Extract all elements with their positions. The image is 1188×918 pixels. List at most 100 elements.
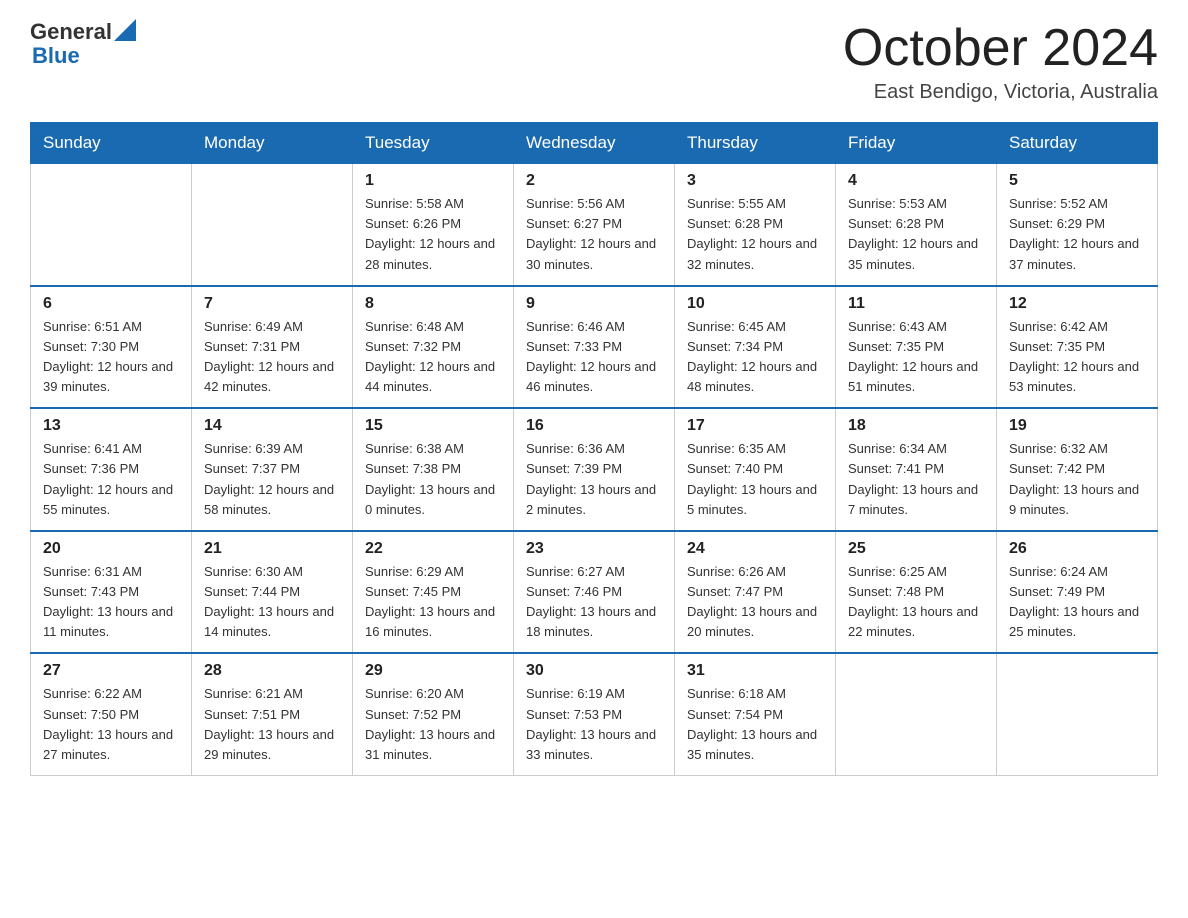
day-info: Sunrise: 6:30 AM Sunset: 7:44 PM Dayligh… [204,562,340,643]
calendar-cell: 1 Sunrise: 5:58 AM Sunset: 6:26 PM Daylig… [353,164,514,286]
day-info: Sunrise: 6:19 AM Sunset: 7:53 PM Dayligh… [526,684,662,765]
day-number: 20 [43,540,179,558]
week-row-2: 6 Sunrise: 6:51 AM Sunset: 7:30 PM Daylig… [31,286,1158,409]
calendar-cell: 18Sunrise: 6:34 AM Sunset: 7:41 PM Dayli… [836,408,997,531]
week-row-1: 1 Sunrise: 5:58 AM Sunset: 6:26 PM Daylig… [31,164,1158,286]
calendar-cell: 7Sunrise: 6:49 AM Sunset: 7:31 PM Daylig… [192,286,353,409]
day-number: 3 [687,172,823,190]
day-info: Sunrise: 6:41 AM Sunset: 7:36 PM Dayligh… [43,439,179,520]
day-number: 2 [526,172,662,190]
day-info: Sunrise: 6:26 AM Sunset: 7:47 PM Dayligh… [687,562,823,643]
weekday-header-saturday: Saturday [997,123,1158,164]
day-info: Sunrise: 6:45 AM Sunset: 7:34 PM Dayligh… [687,317,823,398]
day-info: Sunrise: 6:35 AM Sunset: 7:40 PM Dayligh… [687,439,823,520]
logo-icon [114,19,136,41]
day-info: Sunrise: 6:51 AM Sunset: 7:30 PM Dayligh… [43,317,179,398]
day-number: 10 [687,295,823,313]
day-number: 24 [687,540,823,558]
logo: General Blue [30,20,136,68]
calendar-cell: 23 Sunrise: 6:27 AM Sunset: 7:46 PM Dayli… [514,531,675,654]
day-number: 23 [526,540,662,558]
weekday-header-sunday: Sunday [31,123,192,164]
calendar-cell [836,653,997,775]
weekday-header-friday: Friday [836,123,997,164]
day-info: Sunrise: 5:52 AM Sunset: 6:29 PM Dayligh… [1009,194,1145,275]
day-info: Sunrise: 5:55 AM Sunset: 6:28 PM Dayligh… [687,194,823,275]
weekday-header-row: SundayMondayTuesdayWednesdayThursdayFrid… [31,123,1158,164]
day-number: 8 [365,295,501,313]
weekday-header-thursday: Thursday [675,123,836,164]
day-info: Sunrise: 6:43 AM Sunset: 7:35 PM Dayligh… [848,317,984,398]
day-number: 26 [1009,540,1145,558]
calendar-cell: 30 Sunrise: 6:19 AM Sunset: 7:53 PM Dayli… [514,653,675,775]
calendar-cell: 15 Sunrise: 6:38 AM Sunset: 7:38 PM Dayli… [353,408,514,531]
day-number: 13 [43,417,179,435]
calendar-cell: 14Sunrise: 6:39 AM Sunset: 7:37 PM Dayli… [192,408,353,531]
day-info: Sunrise: 5:56 AM Sunset: 6:27 PM Dayligh… [526,194,662,275]
day-number: 4 [848,172,984,190]
calendar-cell: 31Sunrise: 6:18 AM Sunset: 7:54 PM Dayli… [675,653,836,775]
calendar-cell: 8 Sunrise: 6:48 AM Sunset: 7:32 PM Daylig… [353,286,514,409]
calendar-cell: 3 Sunrise: 5:55 AM Sunset: 6:28 PM Daylig… [675,164,836,286]
day-number: 31 [687,662,823,680]
week-row-4: 20 Sunrise: 6:31 AM Sunset: 7:43 PM Dayli… [31,531,1158,654]
day-info: Sunrise: 6:38 AM Sunset: 7:38 PM Dayligh… [365,439,501,520]
week-row-3: 13 Sunrise: 6:41 AM Sunset: 7:36 PM Dayli… [31,408,1158,531]
calendar-cell: 16Sunrise: 6:36 AM Sunset: 7:39 PM Dayli… [514,408,675,531]
calendar-cell: 10 Sunrise: 6:45 AM Sunset: 7:34 PM Dayli… [675,286,836,409]
day-info: Sunrise: 6:22 AM Sunset: 7:50 PM Dayligh… [43,684,179,765]
day-number: 16 [526,417,662,435]
location-title: East Bendigo, Victoria, Australia [843,81,1158,104]
day-number: 9 [526,295,662,313]
logo-text-blue: Blue [32,44,136,68]
calendar-cell [192,164,353,286]
day-number: 15 [365,417,501,435]
calendar-cell: 2 Sunrise: 5:56 AM Sunset: 6:27 PM Daylig… [514,164,675,286]
day-number: 19 [1009,417,1145,435]
calendar-cell: 27 Sunrise: 6:22 AM Sunset: 7:50 PM Dayli… [31,653,192,775]
calendar-cell: 25 Sunrise: 6:25 AM Sunset: 7:48 PM Dayli… [836,531,997,654]
day-number: 29 [365,662,501,680]
calendar-cell: 13 Sunrise: 6:41 AM Sunset: 7:36 PM Dayli… [31,408,192,531]
day-info: Sunrise: 6:24 AM Sunset: 7:49 PM Dayligh… [1009,562,1145,643]
day-info: Sunrise: 6:20 AM Sunset: 7:52 PM Dayligh… [365,684,501,765]
calendar-cell: 5Sunrise: 5:52 AM Sunset: 6:29 PM Daylig… [997,164,1158,286]
day-number: 22 [365,540,501,558]
day-number: 27 [43,662,179,680]
day-info: Sunrise: 6:49 AM Sunset: 7:31 PM Dayligh… [204,317,340,398]
week-row-5: 27 Sunrise: 6:22 AM Sunset: 7:50 PM Dayli… [31,653,1158,775]
title-area: October 2024 East Bendigo, Victoria, Aus… [843,20,1158,104]
day-info: Sunrise: 6:27 AM Sunset: 7:46 PM Dayligh… [526,562,662,643]
day-info: Sunrise: 6:48 AM Sunset: 7:32 PM Dayligh… [365,317,501,398]
calendar-cell: 21 Sunrise: 6:30 AM Sunset: 7:44 PM Dayli… [192,531,353,654]
calendar-table: SundayMondayTuesdayWednesdayThursdayFrid… [30,122,1158,776]
day-number: 28 [204,662,340,680]
day-number: 1 [365,172,501,190]
day-number: 14 [204,417,340,435]
day-number: 21 [204,540,340,558]
day-info: Sunrise: 6:34 AM Sunset: 7:41 PM Dayligh… [848,439,984,520]
logo-text-general: General [30,20,112,44]
day-number: 25 [848,540,984,558]
month-title: October 2024 [843,20,1158,77]
calendar-cell: 4 Sunrise: 5:53 AM Sunset: 6:28 PM Daylig… [836,164,997,286]
day-info: Sunrise: 5:58 AM Sunset: 6:26 PM Dayligh… [365,194,501,275]
day-info: Sunrise: 6:46 AM Sunset: 7:33 PM Dayligh… [526,317,662,398]
weekday-header-tuesday: Tuesday [353,123,514,164]
day-number: 11 [848,295,984,313]
day-info: Sunrise: 5:53 AM Sunset: 6:28 PM Dayligh… [848,194,984,275]
calendar-cell: 19Sunrise: 6:32 AM Sunset: 7:42 PM Dayli… [997,408,1158,531]
calendar-cell: 26 Sunrise: 6:24 AM Sunset: 7:49 PM Dayli… [997,531,1158,654]
day-info: Sunrise: 6:25 AM Sunset: 7:48 PM Dayligh… [848,562,984,643]
calendar-cell: 6 Sunrise: 6:51 AM Sunset: 7:30 PM Daylig… [31,286,192,409]
calendar-cell: 24 Sunrise: 6:26 AM Sunset: 7:47 PM Dayli… [675,531,836,654]
page-header: General Blue October 2024 East Bendigo, … [30,20,1158,104]
day-info: Sunrise: 6:31 AM Sunset: 7:43 PM Dayligh… [43,562,179,643]
calendar-cell [31,164,192,286]
calendar-cell: 11 Sunrise: 6:43 AM Sunset: 7:35 PM Dayli… [836,286,997,409]
day-number: 12 [1009,295,1145,313]
day-number: 30 [526,662,662,680]
calendar-cell: 17Sunrise: 6:35 AM Sunset: 7:40 PM Dayli… [675,408,836,531]
day-info: Sunrise: 6:29 AM Sunset: 7:45 PM Dayligh… [365,562,501,643]
day-number: 6 [43,295,179,313]
